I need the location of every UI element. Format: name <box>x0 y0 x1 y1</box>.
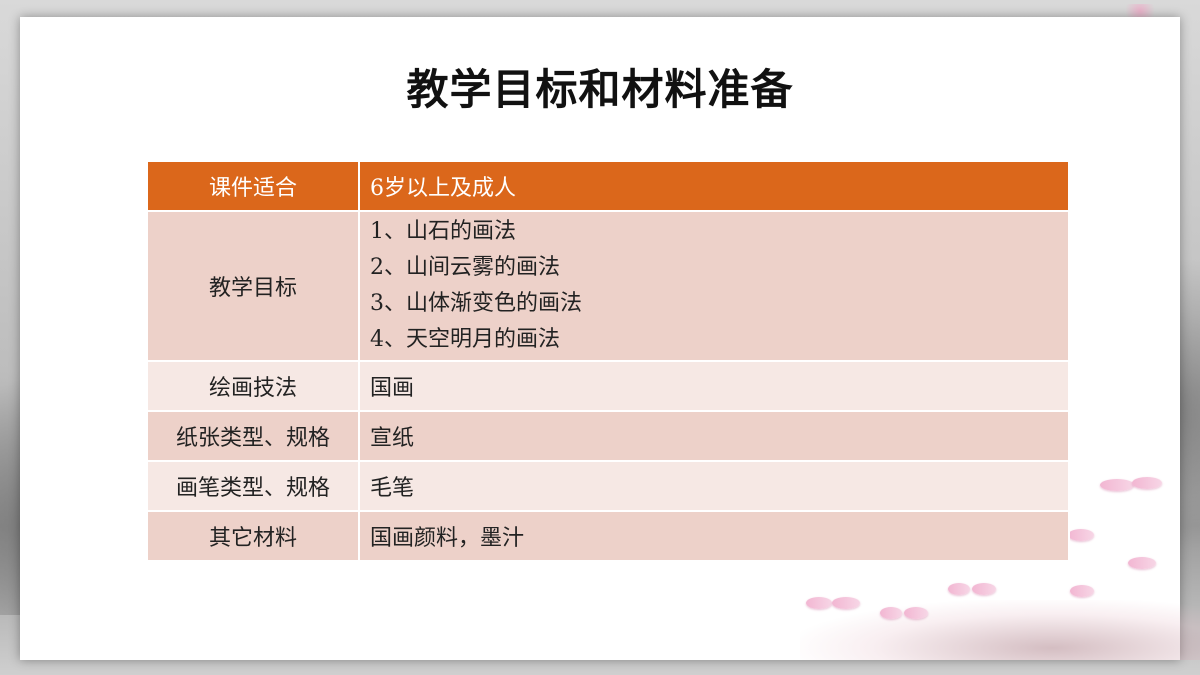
goal-item: 4、天空明月的画法 <box>370 327 560 352</box>
petal-decoration <box>1068 529 1094 541</box>
header-label: 课件适合 <box>146 160 360 212</box>
petal-decoration <box>1132 477 1162 489</box>
petal-decoration <box>904 607 928 619</box>
petal-decoration <box>1100 479 1134 491</box>
petal-decoration <box>948 583 970 595</box>
goal-item: 3、山体渐变色的画法 <box>370 291 582 316</box>
header-value: 6岁以上及成人 <box>358 160 1070 212</box>
petal-decoration <box>832 597 860 609</box>
page-title: 教学目标和材料准备 <box>406 65 794 114</box>
petal-decoration <box>806 597 832 609</box>
course-info-table: 课件适合 6岁以上及成人 教学目标 1、山石的画法 2、山间云雾的画法 3、山体… <box>146 160 1070 562</box>
goals-label: 教学目标 <box>146 210 360 362</box>
table-row: 纸张类型、规格 宣纸 <box>146 410 1070 462</box>
blossom-decoration <box>1120 4 1160 18</box>
row-label: 其它材料 <box>146 510 360 562</box>
row-label: 绘画技法 <box>146 360 360 412</box>
table-row-goals: 教学目标 1、山石的画法 2、山间云雾的画法 3、山体渐变色的画法 4、天空明月… <box>146 210 1070 362</box>
row-label: 纸张类型、规格 <box>146 410 360 462</box>
row-label: 画笔类型、规格 <box>146 460 360 512</box>
row-value: 宣纸 <box>358 410 1070 462</box>
petal-decoration <box>880 607 902 619</box>
petal-decoration <box>1128 557 1156 569</box>
table-row: 画笔类型、规格 毛笔 <box>146 460 1070 512</box>
row-value: 国画颜料，墨汁 <box>358 510 1070 562</box>
table-row: 其它材料 国画颜料，墨汁 <box>146 510 1070 562</box>
row-value: 毛笔 <box>358 460 1070 512</box>
petal-decoration <box>972 583 996 595</box>
table-row: 绘画技法 国画 <box>146 360 1070 412</box>
blossom-branch-decoration <box>800 600 1200 660</box>
goals-list: 1、山石的画法 2、山间云雾的画法 3、山体渐变色的画法 4、天空明月的画法 <box>358 210 1070 362</box>
goal-item: 1、山石的画法 <box>370 219 516 244</box>
row-value: 国画 <box>358 360 1070 412</box>
table-row-header: 课件适合 6岁以上及成人 <box>146 160 1070 212</box>
petal-decoration <box>1070 585 1094 597</box>
goal-item: 2、山间云雾的画法 <box>370 255 560 280</box>
